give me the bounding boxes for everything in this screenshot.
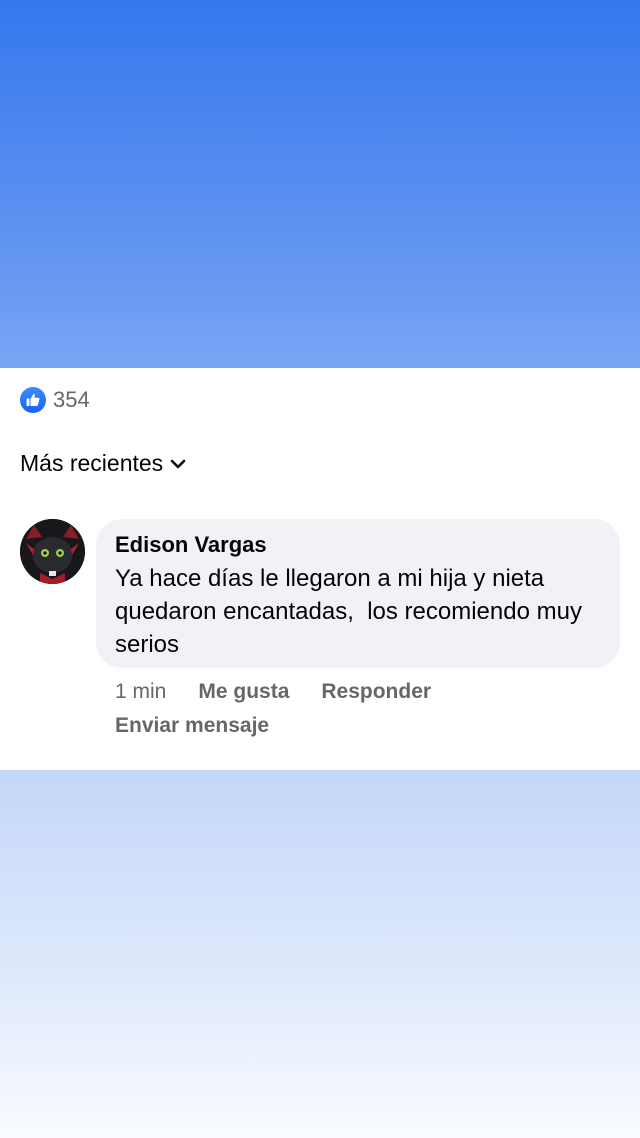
send-message-button[interactable]: Enviar mensaje	[115, 714, 269, 738]
comment-timestamp: 1 min	[115, 680, 167, 703]
reaction-count: 354	[53, 387, 90, 412]
comment-bubble: Edison Vargas Ya hace días le llegaron a…	[96, 519, 620, 668]
like-button[interactable]: Me gusta	[198, 680, 289, 704]
comment-actions: 1 min Me gusta Responder	[115, 680, 431, 704]
video-background-bottom	[0, 770, 640, 1138]
thumbs-up-icon	[20, 387, 46, 413]
comments-panel: 354 Más recientes Edison Vargas Ya hace	[0, 368, 640, 770]
video-background-top	[0, 0, 640, 368]
sort-label: Más recientes	[20, 450, 164, 476]
reactions-summary[interactable]: 354	[20, 386, 90, 414]
comment-text: Ya hace días le llegaron a mi hija y nie…	[115, 565, 589, 658]
chevron-down-icon	[169, 458, 187, 470]
avatar[interactable]	[20, 519, 85, 584]
comment-author[interactable]: Edison Vargas	[115, 531, 602, 559]
reply-button[interactable]: Responder	[321, 680, 431, 704]
comment-sort-dropdown[interactable]: Más recientes	[20, 450, 187, 477]
